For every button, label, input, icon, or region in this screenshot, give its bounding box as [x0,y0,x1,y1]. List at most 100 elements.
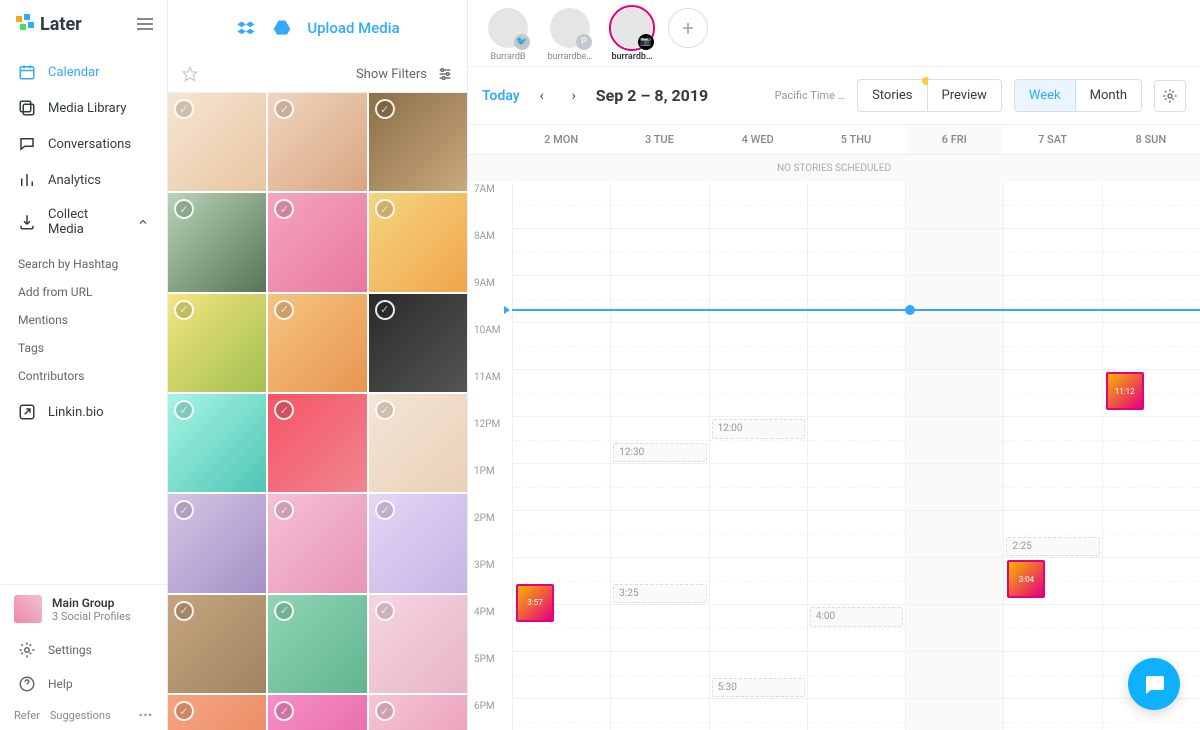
hour-label: 8AM [468,229,512,276]
media-thumbnail[interactable]: ✓ [369,93,467,191]
media-thumbnail[interactable]: ✓ [268,193,366,291]
media-thumbnail[interactable]: ✓ [369,695,467,730]
more-icon[interactable]: ••• [139,709,153,722]
nav-collect-media[interactable]: Collect Media [0,198,167,246]
date-range: Sep 2 – 8, 2019 [596,86,709,105]
hour-label: 2PM [468,511,512,558]
media-thumbnail[interactable]: ✓ [369,294,467,392]
analytics-icon [18,171,36,189]
upload-media-button[interactable]: Upload Media [168,0,467,56]
dropbox-icon [235,18,257,38]
gear-icon [1162,88,1178,104]
subnav-search-hashtag[interactable]: Search by Hashtag [0,250,167,278]
check-icon: ✓ [174,300,194,320]
favorite-filter-icon[interactable] [182,66,198,82]
nav-linkinbio[interactable]: Linkin.bio [0,394,167,430]
chat-support-button[interactable] [1128,658,1180,710]
profile-pinterest[interactable]: P burrardbe… [544,8,596,62]
media-thumbnail[interactable]: ✓ [168,494,266,592]
collect-subnav: Search by Hashtag Add from URL Mentions … [0,246,167,394]
subnav-mentions[interactable]: Mentions [0,306,167,334]
profile-twitter[interactable]: 🐦 BurrardB [482,8,534,62]
time-slot[interactable]: 4:00 [810,607,903,627]
add-profile-button[interactable]: + [668,8,708,48]
show-filters-button[interactable]: Show Filters [356,67,427,82]
media-thumbnail[interactable]: ✓ [168,695,266,730]
check-icon: ✓ [274,199,294,219]
no-stories-banner: NO STORIES SCHEDULED [468,155,1200,182]
help-link[interactable]: Help [0,667,167,701]
day-column[interactable] [905,182,1003,730]
logo[interactable]: Later [14,12,82,36]
nav-analytics[interactable]: Analytics [0,162,167,198]
calendar-grid[interactable]: 7AM8AM9AM10AM11AM12PM1PM2PM3PM4PM5PM6PM7… [468,182,1200,730]
suggestions-link[interactable]: Suggestions [50,709,111,722]
media-grid[interactable]: ✓✓✓✓✓✓✓✓✓✓✓✓✓✓✓✓✓✓✓✓✓ [168,93,467,730]
day-column[interactable]: 11:12 [1102,182,1200,730]
calendar-settings-button[interactable] [1154,80,1186,112]
time-slot[interactable]: 12:00 [712,419,805,439]
media-thumbnail[interactable]: ✓ [168,193,266,291]
day-column[interactable]: 12:30 3:25 [610,182,708,730]
time-slot[interactable]: 3:25 [613,584,706,604]
check-icon: ✓ [274,500,294,520]
filter-sliders-icon[interactable] [437,66,453,82]
subnav-contributors[interactable]: Contributors [0,362,167,390]
media-thumbnail[interactable]: ✓ [268,93,366,191]
day-header: 8 SUN [1102,125,1200,154]
day-column[interactable]: 4:00 [807,182,905,730]
hour-label: 12PM [468,417,512,464]
day-column[interactable]: 12:00 5:30 [709,182,807,730]
scheduled-post[interactable]: 3:04 [1007,560,1045,598]
menu-toggle-icon[interactable] [137,18,153,30]
next-week-button[interactable]: › [564,86,584,106]
time-slot[interactable]: 12:30 [613,443,706,463]
preview-tab[interactable]: Preview [928,79,1002,112]
day-column[interactable]: 3:57 [512,182,610,730]
media-thumbnail[interactable]: ✓ [168,294,266,392]
media-thumbnail[interactable]: ✓ [268,595,366,693]
check-icon: ✓ [375,601,395,621]
stories-tab[interactable]: Stories [857,79,927,112]
day-header: 3 TUE [610,125,708,154]
week-view-button[interactable]: Week [1014,79,1076,112]
nav-media-library[interactable]: Media Library [0,90,167,126]
media-thumbnail[interactable]: ✓ [369,595,467,693]
nav-calendar[interactable]: Calendar [0,54,167,90]
nav-label: Media Library [48,101,126,116]
subnav-tags[interactable]: Tags [0,334,167,362]
media-thumbnail[interactable]: ✓ [369,193,467,291]
media-thumbnail[interactable]: ✓ [268,294,366,392]
settings-link[interactable]: Settings [0,633,167,667]
day-column[interactable]: 2:25 3:04 [1003,182,1101,730]
media-thumbnail[interactable]: ✓ [168,394,266,492]
time-slot[interactable]: 5:30 [712,678,805,698]
subnav-add-url[interactable]: Add from URL [0,278,167,306]
scheduled-post[interactable]: 11:12 [1106,372,1144,410]
prev-week-button[interactable]: ‹ [532,86,552,106]
profile-instagram[interactable]: 📷 burrardb… [606,8,658,62]
nav-label: Collect Media [48,207,125,237]
media-thumbnail[interactable]: ✓ [268,394,366,492]
scheduled-post[interactable]: 3:57 [516,584,554,622]
media-thumbnail[interactable]: ✓ [268,494,366,592]
check-icon: ✓ [274,701,294,721]
timezone-label[interactable]: Pacific Time … [775,89,845,102]
media-thumbnail[interactable]: ✓ [369,494,467,592]
profile-avatar: P [550,8,590,48]
nav-conversations[interactable]: Conversations [0,126,167,162]
nav-label: Calendar [48,65,100,80]
media-thumbnail[interactable]: ✓ [168,93,266,191]
refer-link[interactable]: Refer [14,709,40,722]
media-thumbnail[interactable]: ✓ [268,695,366,730]
group-selector[interactable]: Main Group 3 Social Profiles [0,585,167,633]
chat-icon [1142,672,1166,696]
today-button[interactable]: Today [482,88,520,104]
check-icon: ✓ [274,300,294,320]
check-icon: ✓ [375,701,395,721]
month-view-button[interactable]: Month [1076,79,1142,112]
hour-label: 11AM [468,370,512,417]
time-slot[interactable]: 2:25 [1006,537,1099,557]
media-thumbnail[interactable]: ✓ [168,595,266,693]
media-thumbnail[interactable]: ✓ [369,394,467,492]
